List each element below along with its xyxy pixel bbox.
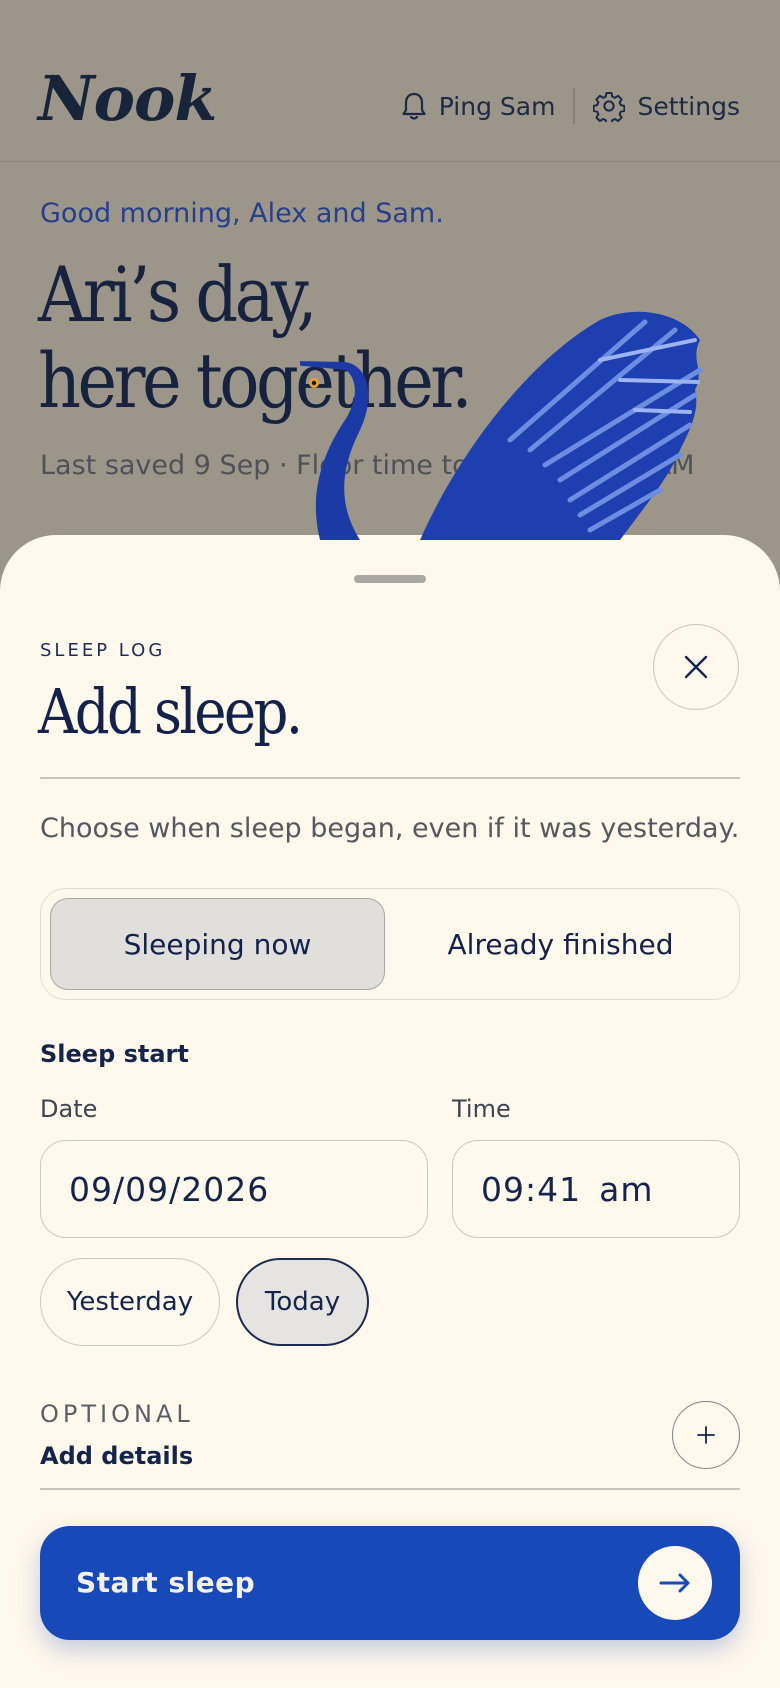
ping-sam-label: Ping Sam bbox=[438, 91, 556, 121]
ping-sam-button[interactable]: Ping Sam bbox=[401, 91, 556, 121]
sleep-mode-toggle: Sleeping now Already finished bbox=[40, 888, 740, 1000]
app-header: Nook Ping Sam Settings bbox=[0, 0, 780, 162]
header-actions: Ping Sam Settings bbox=[401, 88, 740, 124]
details-divider bbox=[40, 1488, 740, 1490]
bell-icon bbox=[401, 91, 427, 121]
time-field[interactable]: 09:41 am bbox=[452, 1140, 740, 1238]
header-divider bbox=[573, 88, 576, 124]
heron-illustration bbox=[300, 311, 703, 540]
time-period: am bbox=[599, 1169, 654, 1209]
add-details-button[interactable] bbox=[672, 1401, 740, 1469]
gear-icon bbox=[593, 90, 626, 122]
helper-text: Choose when sleep began, even if it was … bbox=[40, 813, 740, 844]
greeting-text: Good morning, Alex and Sam. bbox=[40, 198, 444, 229]
date-value: 09/09/2026 bbox=[69, 1169, 270, 1209]
mode-already-finished[interactable]: Already finished bbox=[393, 898, 728, 990]
today-chip[interactable]: Today bbox=[236, 1258, 369, 1346]
settings-button[interactable]: Settings bbox=[593, 90, 740, 122]
add-sleep-sheet: SLEEP LOG Add sleep. Choose when sleep b… bbox=[0, 535, 780, 1688]
time-label: Time bbox=[452, 1095, 511, 1123]
date-label: Date bbox=[40, 1095, 98, 1123]
date-field[interactable]: 09/09/2026 bbox=[40, 1140, 428, 1238]
start-sleep-button[interactable]: Start sleep bbox=[40, 1526, 740, 1640]
start-sleep-label: Start sleep bbox=[76, 1566, 256, 1599]
background-screen: Nook Ping Sam Settings Good morning, Ale… bbox=[0, 0, 780, 560]
add-details-label[interactable]: Add details bbox=[40, 1442, 193, 1470]
arrow-right-icon bbox=[638, 1546, 712, 1620]
close-button[interactable] bbox=[653, 624, 739, 710]
sheet-eyebrow: SLEEP LOG bbox=[40, 640, 166, 661]
mode-sleeping-now[interactable]: Sleeping now bbox=[50, 898, 385, 990]
time-value: 09:41 bbox=[481, 1169, 582, 1209]
yesterday-chip[interactable]: Yesterday bbox=[40, 1258, 220, 1346]
title-divider bbox=[40, 777, 740, 779]
plus-icon bbox=[697, 1426, 715, 1444]
sheet-drag-handle[interactable] bbox=[354, 575, 426, 583]
app-logo: Nook bbox=[38, 62, 217, 135]
settings-label: Settings bbox=[637, 91, 740, 121]
optional-label: OPTIONAL bbox=[40, 1400, 194, 1428]
close-icon bbox=[683, 654, 709, 680]
sleep-start-heading: Sleep start bbox=[40, 1040, 189, 1068]
sheet-title: Add sleep. bbox=[38, 675, 303, 748]
